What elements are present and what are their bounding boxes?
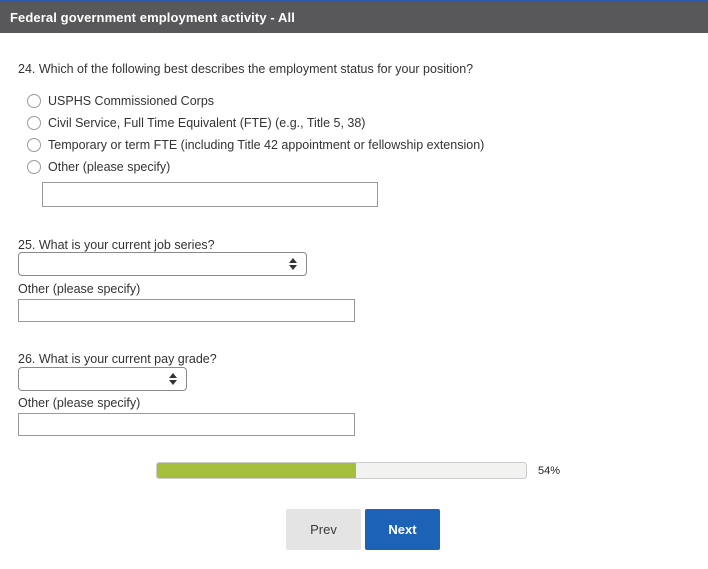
radio-option-label[interactable]: USPHS Commissioned Corps (48, 94, 214, 108)
question-26-other-input[interactable] (18, 413, 355, 436)
radio-option-other[interactable]: Other (please specify) (18, 156, 708, 178)
select-spinner-icon (169, 373, 177, 385)
page-header: Federal government employment activity -… (0, 2, 708, 33)
arrow-up-icon (289, 258, 297, 263)
question-25-other-input[interactable] (18, 299, 355, 322)
radio-button-icon[interactable] (27, 138, 41, 152)
radio-option-label[interactable]: Other (please specify) (48, 160, 170, 174)
question-26-other-label: Other (please specify) (18, 396, 141, 410)
select-spinner-icon (289, 258, 297, 270)
progress-bar (156, 462, 527, 479)
radio-button-icon[interactable] (27, 160, 41, 174)
radio-option-temporary-fte[interactable]: Temporary or term FTE (including Title 4… (18, 134, 708, 156)
radio-button-icon[interactable] (27, 116, 41, 130)
question-24-label: 24. Which of the following best describe… (18, 62, 474, 76)
question-24-options: USPHS Commissioned Corps Civil Service, … (18, 90, 708, 178)
prev-button[interactable]: Prev (286, 509, 361, 550)
question-25-select[interactable] (18, 252, 307, 276)
progress-percent-label: 54% (538, 464, 561, 477)
question-25-label: 25. What is your current job series? (18, 238, 215, 252)
question-25-other-label: Other (please specify) (18, 282, 141, 296)
radio-option-label[interactable]: Civil Service, Full Time Equivalent (FTE… (48, 116, 365, 130)
radio-option-civil-service[interactable]: Civil Service, Full Time Equivalent (FTE… (18, 112, 708, 134)
page-title: Federal government employment activity -… (10, 10, 295, 25)
radio-option-usphs[interactable]: USPHS Commissioned Corps (18, 90, 708, 112)
radio-button-icon[interactable] (27, 94, 41, 108)
question-26-label: 26. What is your current pay grade? (18, 352, 217, 366)
progress-fill (157, 463, 357, 478)
arrow-down-icon (169, 380, 177, 385)
arrow-down-icon (289, 265, 297, 270)
survey-page: 24. Which of the following best describe… (0, 62, 708, 550)
progress-section: 54% (156, 462, 708, 479)
next-button[interactable]: Next (365, 509, 440, 550)
arrow-up-icon (169, 373, 177, 378)
navigation-buttons: Prev Next (18, 509, 708, 550)
question-26-select[interactable] (18, 367, 187, 391)
radio-option-label[interactable]: Temporary or term FTE (including Title 4… (48, 138, 484, 152)
question-24-other-input[interactable] (42, 182, 378, 207)
